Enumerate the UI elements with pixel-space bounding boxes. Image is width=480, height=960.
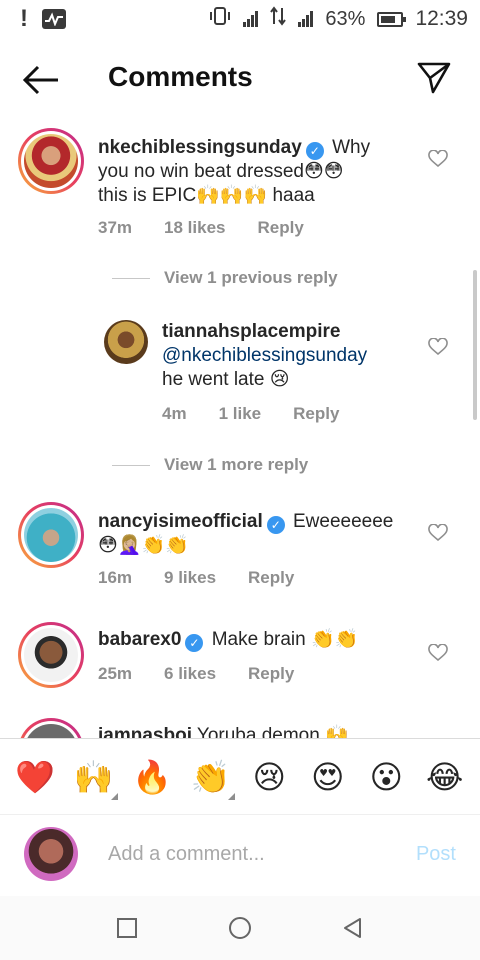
- comment-likes[interactable]: 1 like: [219, 404, 262, 424]
- system-navigation-bar: [0, 896, 480, 960]
- recents-icon[interactable]: [116, 917, 138, 939]
- comment-body: Eweeeeeee: [287, 511, 394, 532]
- comment-time: 16m: [98, 568, 133, 587]
- skin-tone-indicator-icon: [227, 792, 235, 800]
- comment-meta: 4m 1 like Reply: [162, 404, 339, 424]
- reply-button[interactable]: Reply: [248, 664, 294, 684]
- comment-username[interactable]: tiannahsplacempire: [162, 321, 340, 342]
- reply-item: tiannahsplacempire @nkechiblessingsunday…: [0, 320, 480, 430]
- comment-item: nkechiblessingsunday ✓ Why you no win bea…: [0, 128, 480, 258]
- heart-icon[interactable]: [428, 524, 448, 542]
- emoji-fire[interactable]: 🔥: [126, 758, 178, 796]
- view-more-label: View 1 more reply: [164, 455, 309, 474]
- emoji-surprised[interactable]: 😮: [360, 758, 412, 796]
- comments-list[interactable]: nkechiblessingsunday ✓ Why you no win bea…: [0, 120, 480, 738]
- comment-text: iamnasboi Yoruba demon 🙌: [98, 724, 418, 738]
- comment-username[interactable]: babarex0: [98, 629, 181, 650]
- avatar[interactable]: [104, 320, 148, 364]
- comment-text: nkechiblessingsunday ✓ Why you no win bea…: [98, 136, 418, 208]
- reply-button[interactable]: Reply: [293, 404, 339, 424]
- comment-time: 25m: [98, 664, 133, 683]
- view-previous-label: View 1 previous reply: [164, 268, 338, 287]
- scrollbar[interactable]: [473, 270, 477, 420]
- post-button[interactable]: Post: [416, 843, 456, 866]
- comment-item: babarex0 ✓ Make brain 👏👏 25m 6 likes Repl…: [0, 622, 480, 712]
- comment-likes[interactable]: 6 likes: [164, 664, 216, 684]
- page-title: Comments: [108, 61, 253, 92]
- comment-username[interactable]: nancyisimeofficial: [98, 511, 263, 532]
- reply-button[interactable]: Reply: [257, 218, 303, 238]
- signal-h-icon: [243, 11, 259, 27]
- comment-username[interactable]: iamnasboi: [98, 725, 192, 738]
- comment-input[interactable]: [108, 839, 388, 869]
- comment-body-line: 😳🤦🏼‍♀️👏👏: [98, 535, 189, 556]
- back-nav-icon[interactable]: [342, 917, 364, 939]
- status-bar: ! 63% 12:39: [0, 0, 480, 38]
- heart-icon[interactable]: [428, 644, 448, 662]
- emoji-laughing[interactable]: 😂: [419, 758, 471, 796]
- emoji-heart-eyes[interactable]: 😍: [302, 758, 354, 796]
- comment-likes[interactable]: 9 likes: [164, 568, 216, 588]
- avatar[interactable]: [24, 827, 78, 881]
- send-icon[interactable]: [416, 60, 454, 98]
- comment-time: 4m: [162, 404, 187, 423]
- emoji-reaction-bar: ❤️ 🙌 🔥 👏 😢 😍 😮 😂: [0, 738, 480, 814]
- avatar[interactable]: [18, 128, 84, 194]
- alert-icon: !: [20, 5, 28, 32]
- home-icon[interactable]: [228, 916, 252, 940]
- comment-username[interactable]: nkechiblessingsunday: [98, 137, 302, 158]
- view-more-replies[interactable]: View 1 more reply: [112, 455, 308, 475]
- add-comment-bar: Post: [0, 814, 480, 896]
- vibrate-icon: [209, 6, 231, 32]
- arrow-left-icon[interactable]: [22, 62, 62, 98]
- comment-item: iamnasboi Yoruba demon 🙌: [0, 718, 480, 738]
- comment-likes[interactable]: 18 likes: [164, 218, 225, 238]
- comment-time: 37m: [98, 218, 133, 237]
- comment-item: nancyisimeofficial ✓ Eweeeeeee 😳🤦🏼‍♀️👏👏 1…: [0, 502, 480, 602]
- comment-meta: 25m 6 likes Reply: [98, 664, 294, 684]
- comment-text: babarex0 ✓ Make brain 👏👏: [98, 628, 418, 652]
- mention-link[interactable]: @nkechiblessingsunday: [162, 345, 367, 366]
- comment-body-line: you no win beat dressed😳😳: [98, 161, 344, 182]
- verified-badge-icon: ✓: [305, 142, 324, 160]
- reply-button[interactable]: Reply: [248, 568, 294, 588]
- avatar[interactable]: [18, 718, 84, 738]
- comment-body: Why: [326, 137, 371, 158]
- header: Comments: [0, 44, 480, 114]
- battery-icon: [377, 11, 407, 27]
- comment-meta: 16m 9 likes Reply: [98, 568, 294, 588]
- heart-icon[interactable]: [428, 338, 448, 356]
- emoji-clap[interactable]: 👏: [185, 757, 237, 800]
- activity-icon: [42, 9, 66, 29]
- clock: 12:39: [415, 7, 468, 30]
- data-arrows-icon: [270, 6, 287, 32]
- emoji-glyph: 🙌: [73, 757, 114, 796]
- emoji-raised-hands[interactable]: 🙌: [68, 757, 120, 800]
- comment-meta: 37m 18 likes Reply: [98, 218, 304, 238]
- verified-badge-icon: ✓: [266, 516, 285, 534]
- avatar[interactable]: [18, 502, 84, 568]
- emoji-glyph: 👏: [190, 757, 231, 796]
- view-previous-replies[interactable]: View 1 previous reply: [112, 268, 338, 288]
- comment-body: he went late 😢: [162, 369, 290, 390]
- skin-tone-indicator-icon: [110, 792, 118, 800]
- battery-percent: 63%: [325, 7, 366, 30]
- signal-h-plus-icon: [298, 11, 314, 27]
- avatar[interactable]: [18, 622, 84, 688]
- emoji-heart[interactable]: ❤️: [9, 758, 61, 796]
- comment-text: nancyisimeofficial ✓ Eweeeeeee 😳🤦🏼‍♀️👏👏: [98, 510, 418, 558]
- verified-badge-icon: ✓: [185, 634, 204, 652]
- comment-body: Yoruba demon 🙌: [191, 725, 349, 738]
- comment-body-line: this is EPIC🙌🙌🙌 haaa: [98, 185, 315, 206]
- emoji-crying[interactable]: 😢: [243, 758, 295, 796]
- heart-icon[interactable]: [428, 150, 448, 168]
- comment-text: tiannahsplacempire @nkechiblessingsunday…: [162, 320, 432, 392]
- comment-body: Make brain 👏👏: [206, 629, 359, 650]
